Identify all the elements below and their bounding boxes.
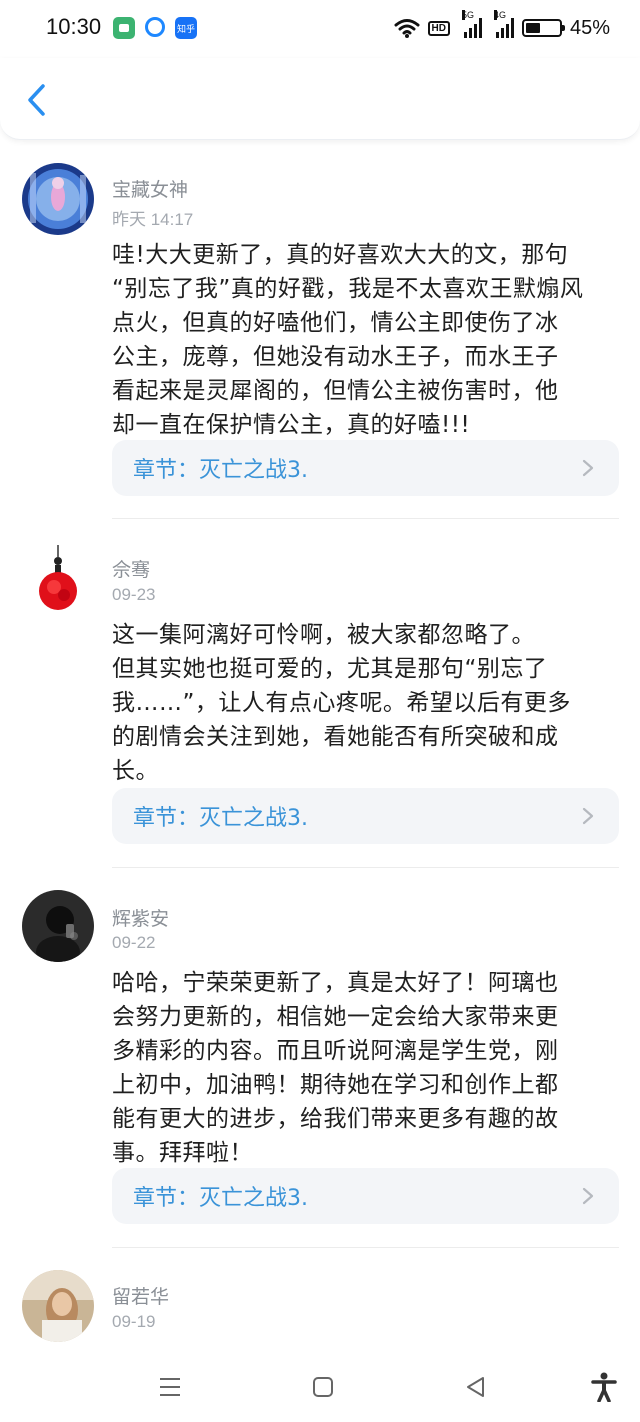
comment-line: 却一直在保护情公主，真的好嗑!!! xyxy=(112,412,471,438)
chapter-link-label: 章节：灭亡之战3. xyxy=(133,458,308,483)
avatar[interactable] xyxy=(22,1270,94,1342)
comment-line: 我……”，让人有点心疼呢。希望以后有更多 xyxy=(112,690,571,716)
comment-line: 上初中，加油鸭！期待她在学习和创作上都 xyxy=(112,1072,559,1098)
wifi-icon xyxy=(394,19,420,38)
chapter-link[interactable]: 章节：灭亡之战3. xyxy=(112,440,619,496)
zhihu-icon: 知乎 xyxy=(175,17,197,39)
comment-line: “别忘了我”真的好戳，我是不太喜欢王默煽风 xyxy=(112,276,584,302)
status-time: 10:30 xyxy=(46,14,102,39)
signal-5g-label: 5G xyxy=(461,10,474,20)
avatar[interactable] xyxy=(22,543,94,615)
comment-username[interactable]: 辉紫安 xyxy=(112,904,169,931)
top-app-bar xyxy=(0,58,640,140)
back-button[interactable] xyxy=(18,80,54,120)
comment-date: 09-19 xyxy=(112,1312,156,1331)
chevron-right-icon xyxy=(582,1187,594,1205)
comment-line: 能有更大的进步，给我们带来更多有趣的故 xyxy=(112,1106,559,1132)
comment-line: 看起来是灵犀阁的，但情公主被伤害时，他 xyxy=(112,378,559,404)
menu-icon xyxy=(160,1378,180,1396)
comment-item: 辉紫安 09-22 哈哈，宁荣荣更新了，真是太好了！阿璃也 会努力更新的，相信她… xyxy=(0,890,640,1250)
chapter-link-label: 章节：灭亡之战3. xyxy=(133,806,308,831)
comment-item: 宝藏女神 昨天 14:17 哇!大大更新了，真的好喜欢大大的文，那句 “别忘了我… xyxy=(0,160,640,520)
accessibility-icon xyxy=(591,1372,617,1402)
avatar[interactable] xyxy=(22,163,94,235)
status-indicators: HD 5G 4G 45% xyxy=(394,10,610,42)
comment-item: 佘骞 09-23 这一集阿漓好可怜啊，被大家都忽略了。 但其实她也挺可爱的，尤其… xyxy=(0,543,640,873)
hd-voice-badge: HD xyxy=(427,20,450,36)
chapter-link[interactable]: 章节：灭亡之战3. xyxy=(112,788,619,844)
divider xyxy=(112,867,619,868)
battery-tip xyxy=(561,25,565,31)
divider xyxy=(112,518,619,519)
ring-app-icon xyxy=(145,17,165,37)
comment-line: 哇!大大更新了，真的好喜欢大大的文，那句 xyxy=(112,242,569,268)
chevron-right-icon xyxy=(582,807,594,825)
back-triangle-icon xyxy=(467,1377,484,1397)
comment-line: 点火，但真的好嗑他们，情公主即使伤了冰 xyxy=(112,310,559,336)
divider xyxy=(112,1247,619,1248)
comment-line: 但其实她也挺可爱的，尤其是那句“别忘了 xyxy=(112,656,548,682)
comment-date: 09-22 xyxy=(112,933,156,952)
comment-username[interactable]: 佘骞 xyxy=(112,555,150,582)
accessibility-button[interactable] xyxy=(584,1370,624,1404)
comment-body: 哇!大大更新了，真的好喜欢大大的文，那句 “别忘了我”真的好戳，我是不太喜欢王默… xyxy=(112,238,612,442)
battery-icon xyxy=(521,19,565,37)
signal-4g-icon: 4G xyxy=(493,10,514,38)
comment-date: 昨天 14:17 xyxy=(112,210,194,229)
system-nav-bar xyxy=(0,1352,640,1422)
battery-percent: 45% xyxy=(569,16,610,39)
back-nav-button[interactable] xyxy=(456,1370,496,1404)
comment-username[interactable]: 留若华 xyxy=(112,1282,169,1309)
comment-date: 09-23 xyxy=(112,585,156,604)
home-square-icon xyxy=(313,1377,333,1397)
wechat-work-icon xyxy=(113,17,135,39)
battery-fill xyxy=(525,23,541,33)
avatar[interactable] xyxy=(22,890,94,962)
signal-5g-icon: 5G xyxy=(461,10,482,38)
comment-body: 哈哈，宁荣荣更新了，真是太好了！阿璃也 会努力更新的，相信她一定会给大家带来更 … xyxy=(112,966,612,1170)
comment-username[interactable]: 宝藏女神 xyxy=(112,175,188,202)
comment-line: 会努力更新的，相信她一定会给大家带来更 xyxy=(112,1004,559,1030)
home-button[interactable] xyxy=(303,1370,343,1404)
comment-line: 事。拜拜啦！ xyxy=(112,1140,253,1166)
chapter-link[interactable]: 章节：灭亡之战3. xyxy=(112,1168,619,1224)
menu-button[interactable] xyxy=(150,1370,190,1404)
comment-line: 哈哈，宁荣荣更新了，真是太好了！阿璃也 xyxy=(112,970,559,996)
chevron-right-icon xyxy=(582,459,594,477)
comment-item: 留若华 09-19 xyxy=(0,1270,640,1350)
comment-line: 的剧情会关注到她，看她能否有所突破和成 xyxy=(112,724,559,750)
status-bar: 10:30 知乎 HD 5G 4G 45% xyxy=(0,0,640,58)
chapter-link-label: 章节：灭亡之战3. xyxy=(133,1186,308,1211)
comment-body: 这一集阿漓好可怜啊，被大家都忽略了。 但其实她也挺可爱的，尤其是那句“别忘了 我… xyxy=(112,618,612,788)
comment-line: 多精彩的内容。而且听说阿漓是学生党，刚 xyxy=(112,1038,559,1064)
comment-line: 公主，庞尊，但她没有动水王子，而水王子 xyxy=(112,344,559,370)
comment-line: 这一集阿漓好可怜啊，被大家都忽略了。 xyxy=(112,622,535,648)
signal-4g-label: 4G xyxy=(493,10,506,20)
comment-line: 长。 xyxy=(112,758,159,784)
chevron-left-icon xyxy=(28,84,45,116)
